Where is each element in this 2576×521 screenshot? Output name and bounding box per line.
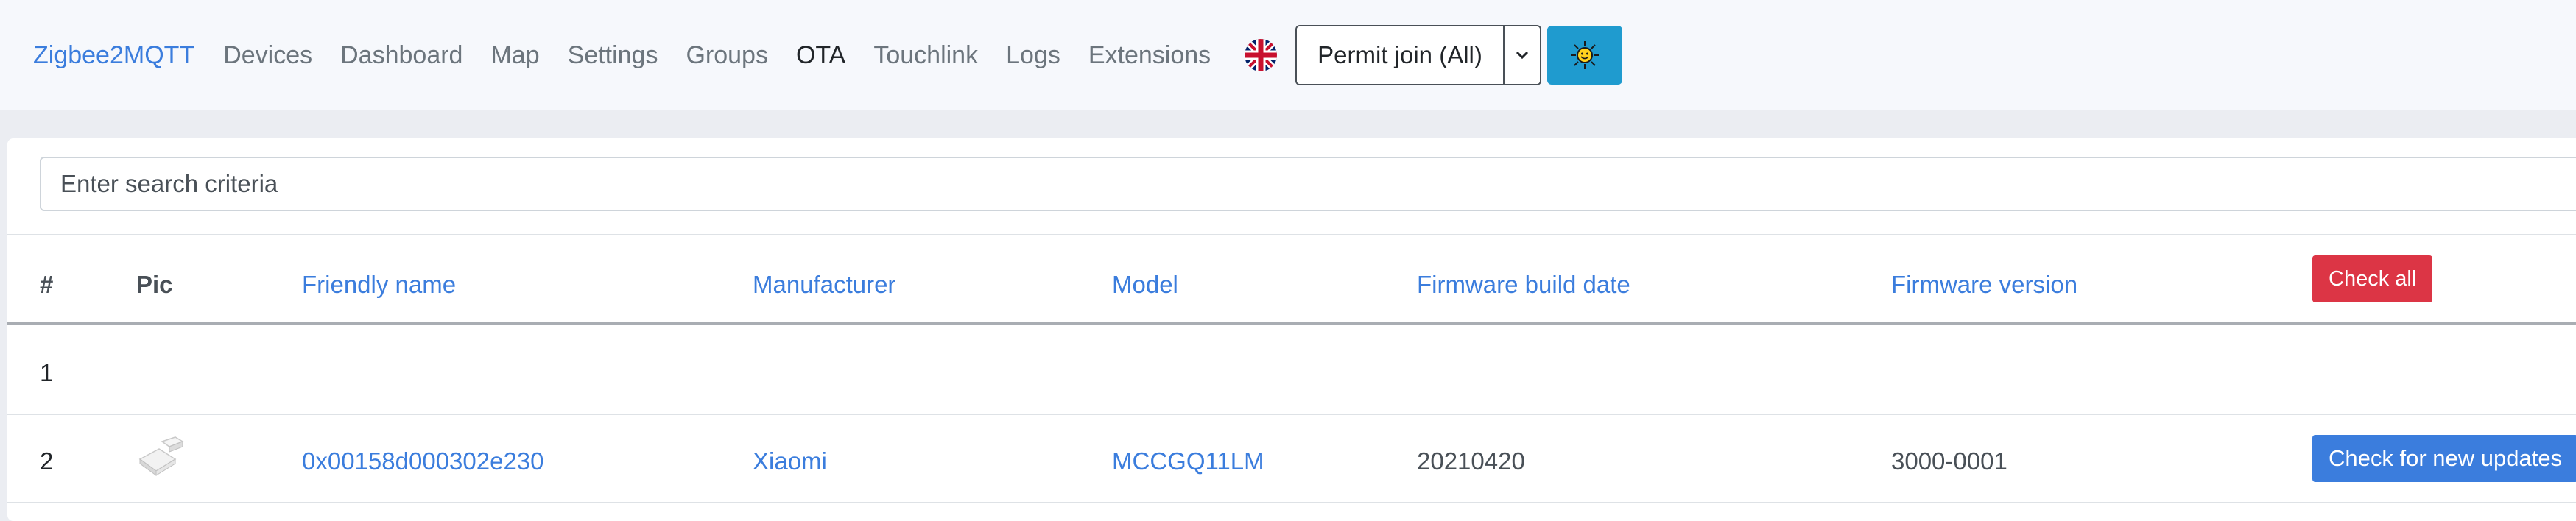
chevron-down-icon: [1516, 51, 1528, 60]
col-header-index: #: [40, 271, 54, 298]
col-header-model[interactable]: Model: [1112, 272, 1178, 297]
nav-devices[interactable]: Devices: [223, 41, 312, 70]
row-firmware-build-date: 20210420: [1417, 447, 1525, 475]
row-manufacturer-link[interactable]: Xiaomi: [753, 449, 827, 473]
nav-settings[interactable]: Settings: [568, 41, 658, 70]
col-header-firmware-version[interactable]: Firmware version: [1891, 272, 2077, 297]
col-header-firmware-build-date[interactable]: Firmware build date: [1417, 272, 1630, 297]
search-separator: [7, 234, 2576, 235]
sun-icon: [1570, 41, 1599, 69]
nav-ota[interactable]: OTA: [796, 41, 845, 70]
nav-map[interactable]: Map: [490, 41, 539, 70]
row-separator: [7, 414, 2576, 415]
row-model-link[interactable]: MCCGQ11LM: [1112, 449, 1264, 473]
uk-flag-icon[interactable]: [1244, 38, 1278, 72]
top-navbar: Zigbee2MQTT Devices Dashboard Map Settin…: [0, 0, 2576, 110]
permit-join-dropdown-toggle[interactable]: [1502, 26, 1540, 84]
permit-join-button[interactable]: Permit join (All): [1297, 26, 1503, 84]
nav-touchlink[interactable]: Touchlink: [873, 41, 978, 70]
nav-logs[interactable]: Logs: [1006, 41, 1060, 70]
row-firmware-version: 3000-0001: [1891, 447, 2007, 475]
col-header-manufacturer[interactable]: Manufacturer: [753, 272, 895, 297]
theme-toggle-button[interactable]: [1546, 26, 1622, 85]
col-header-friendly-name[interactable]: Friendly name: [302, 272, 456, 297]
row-separator: [7, 502, 2576, 503]
row-friendly-name-link[interactable]: 0x00158d000302e230: [302, 449, 544, 473]
nav-extensions[interactable]: Extensions: [1088, 41, 1211, 70]
nav-dashboard[interactable]: Dashboard: [340, 41, 462, 70]
search-input[interactable]: [40, 157, 2576, 211]
ota-card: # Pic Friendly name Manufacturer Model F…: [7, 138, 2576, 521]
row-index: 1: [40, 359, 54, 386]
row-index: 2: [40, 447, 54, 475]
brand-link[interactable]: Zigbee2MQTT: [33, 41, 194, 70]
permit-join-group: Permit join (All): [1295, 25, 1541, 85]
check-updates-button[interactable]: Check for new updates: [2312, 435, 2576, 482]
header-separator: [7, 322, 2576, 325]
col-header-pic: Pic: [136, 271, 173, 298]
nav-groups[interactable]: Groups: [686, 41, 768, 70]
check-all-button[interactable]: Check all: [2312, 255, 2433, 302]
search-wrap: [40, 157, 2576, 211]
door-sensor-icon: [134, 434, 186, 483]
